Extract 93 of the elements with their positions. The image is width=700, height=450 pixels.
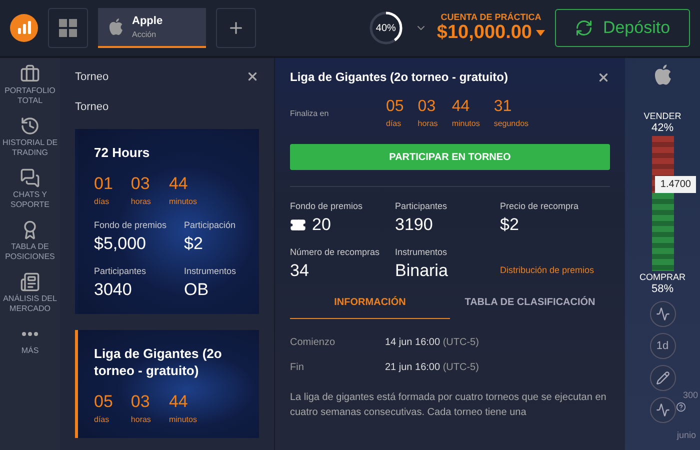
buy-percent: 58% (651, 282, 674, 295)
countdown-unit: horas (418, 119, 438, 128)
sidebar-item[interactable]: CHATS Y SOPORTE (0, 168, 60, 210)
stat-label: Número de recompras (290, 247, 381, 257)
stat-value: $2 (500, 215, 520, 235)
panel-title: Torneo (75, 70, 109, 82)
chart-tool-icon[interactable] (650, 300, 676, 327)
briefcase-icon (20, 64, 40, 84)
tab[interactable]: INFORMACIÓN (290, 293, 450, 319)
ends-label: Finaliza en (290, 108, 330, 118)
deposit-button[interactable]: Depósito (555, 9, 690, 47)
countdown-unit: días (386, 119, 402, 128)
countdown-unit: días (94, 414, 110, 424)
asset-tab[interactable]: Apple Acción (98, 8, 206, 48)
timeframe-button[interactable]: 1d (650, 332, 676, 359)
countdown-unit: días (94, 196, 110, 206)
sidebar-item[interactable]: PORTAFOLIO TOTAL (0, 64, 60, 106)
tournament-name: Liga de Gigantes (2o torneo - gratuito) (94, 346, 223, 380)
countdown-number: 03 (418, 98, 437, 116)
stat-value: 20 (290, 215, 395, 235)
countdown-number: 44 (452, 98, 471, 116)
caret-icon[interactable] (536, 30, 545, 36)
sidebar-item[interactable]: MÁS (0, 324, 60, 356)
countdown-number: 31 (494, 98, 513, 116)
countdown-unit: horas (130, 196, 151, 206)
balance-value[interactable]: $10,000.00 (436, 22, 545, 44)
buy-label: COMPRAR (639, 272, 686, 283)
stat-value: OB (184, 280, 210, 300)
apple-icon (652, 64, 672, 86)
stat-label: Participación (184, 220, 237, 230)
stat-value: $5,000 (94, 234, 147, 254)
prize-distribution-link[interactable]: Distribución de premios (500, 265, 610, 281)
info-value: 14 jun 16:00 (UTC-5) (385, 337, 479, 348)
more-icon (22, 332, 38, 336)
tournament-card[interactable]: 72 Hours 01 días 03 horas 44 minutos Fondo de premios $5,000 Participación $2 Participantes 3040 Instrumentos OB (75, 129, 259, 314)
countdown-unit: minutos (168, 196, 197, 206)
news-icon (20, 272, 40, 292)
countdown-number: 05 (94, 392, 113, 412)
tournament-title: Liga de Gigantes (2o torneo - gratuito) (290, 70, 508, 84)
pencil-tool-icon[interactable] (650, 364, 676, 391)
countdown-number: 44 (168, 392, 189, 412)
sidebar-item[interactable]: ANÁLISIS DEL MERCADO (0, 272, 60, 314)
ticket-icon (290, 217, 306, 233)
countdown-unit: segundos (494, 119, 529, 128)
account-label: CUENTA DE PRÁCTICA (440, 12, 542, 22)
stat-label: Fondo de premios (94, 220, 168, 230)
sidebar-item[interactable]: TABLA DE POSICIONES (0, 220, 60, 262)
countdown-number: 01 (94, 174, 113, 194)
app-logo[interactable] (10, 14, 38, 42)
close-icon[interactable] (597, 70, 610, 84)
stat-label: Instrumentos (395, 247, 448, 257)
grid-icon[interactable] (48, 8, 88, 48)
countdown-number: 03 (130, 392, 151, 412)
panel-subtitle: Torneo (75, 101, 110, 113)
stat-value: $2 (184, 234, 204, 254)
countdown-unit: minutos (168, 414, 197, 424)
stat-label: Participantes (94, 266, 148, 276)
countdown-number: 05 (386, 98, 404, 116)
history-icon (20, 116, 40, 136)
sell-percent: 42% (651, 122, 674, 134)
apple-icon (108, 18, 124, 36)
tab[interactable]: TABLA DE CLASIFICACIÓN (450, 293, 610, 319)
countdown-number: 44 (168, 174, 189, 194)
stat-label: Participantes (395, 201, 448, 211)
help-icon[interactable] (676, 402, 686, 412)
stat-value: 3190 (395, 215, 434, 235)
tournament-card[interactable]: Liga de Gigantes (2o torneo - gratuito) 05 días 03 horas 44 minutos (75, 330, 259, 438)
stat-label: Instrumentos (184, 266, 238, 276)
plus-icon[interactable] (216, 8, 256, 48)
tournament-name: 72 Hours (94, 145, 151, 162)
stat-value: Binaria (395, 261, 449, 281)
wave-tool-icon[interactable] (650, 396, 676, 423)
info-value: 21 jun 16:00 (UTC-5) (385, 362, 479, 373)
stat-label: Fondo de premios (290, 201, 364, 211)
countdown-unit: minutos (452, 119, 480, 128)
sidebar-item[interactable]: HISTORIAL DE TRADING (0, 116, 60, 158)
chat-icon (20, 168, 40, 188)
sell-label: VENDER (644, 112, 682, 122)
info-label: Fin (290, 362, 305, 373)
info-label: Comienzo (290, 337, 336, 348)
axis-value: 300 (682, 390, 698, 400)
countdown-number: 03 (130, 174, 151, 194)
description-text: La liga de gigantes está formada por cuatro torneos que se ejecutan en cuatro semanas consecutivas. Cada torneo tiene una (290, 391, 608, 420)
stat-value: 34 (290, 261, 310, 281)
countdown-unit: horas (130, 414, 151, 424)
stat-label: Precio de recompra (500, 201, 580, 211)
close-icon[interactable] (246, 70, 259, 83)
month-label: junio (676, 430, 696, 440)
asset-name: Apple (132, 15, 163, 27)
refresh-icon (574, 19, 593, 37)
stat-value: 3040 (94, 280, 133, 300)
asset-type: Acción (132, 30, 158, 39)
price-label: 1.4700 (655, 176, 696, 193)
